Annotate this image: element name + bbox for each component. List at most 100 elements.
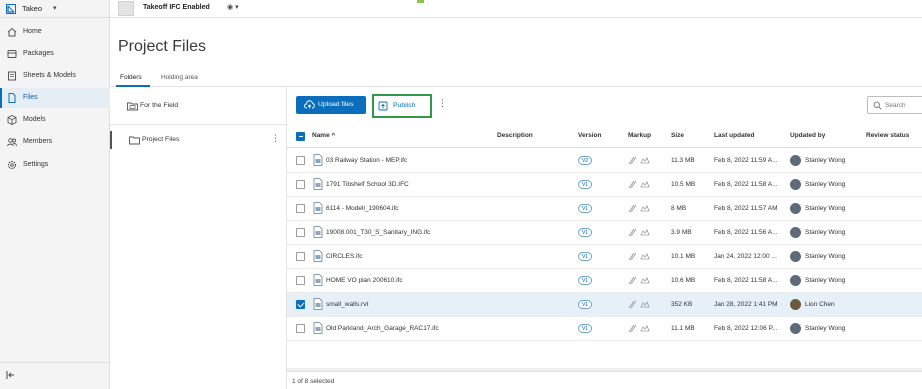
column-header-name[interactable]: Name ^ <box>312 132 335 139</box>
folder-tree: For the Field Project Files ⋮ <box>110 87 287 389</box>
last-updated: Feb 8, 2022 12:06 P... <box>714 325 778 332</box>
collapse-nav-button[interactable] <box>0 362 110 389</box>
nav-item-models[interactable]: Models <box>0 110 110 130</box>
table-row[interactable]: Old Parkland_Arch_Garage_RAC17.ifc V1 11.1… <box>287 317 922 341</box>
row-checkbox[interactable] <box>296 156 305 165</box>
file-name-link[interactable]: 03 Railway Station - MEP.ifc <box>326 157 407 164</box>
row-checkbox[interactable] <box>296 228 305 237</box>
row-checkbox[interactable] <box>296 252 305 261</box>
file-size: 10.6 MB <box>671 277 696 284</box>
avatar <box>790 299 801 310</box>
column-header-description[interactable]: Description <box>497 132 533 139</box>
row-checkbox[interactable] <box>296 180 305 189</box>
row-checkbox[interactable] <box>296 276 305 285</box>
table-row[interactable]: small_walls.rvt V1 352 KB Jan 28, 2022 1:41… <box>287 293 922 317</box>
table-row[interactable]: 1791 Tibshelf School 3D.IFC V1 10.5 MB Feb … <box>287 173 922 197</box>
markup-icons <box>628 276 650 285</box>
version-badge[interactable]: V1 <box>578 180 592 189</box>
search-input[interactable] <box>885 100 922 111</box>
markup-icons <box>628 252 650 261</box>
version-badge[interactable]: V1 <box>578 228 592 237</box>
version-badge[interactable]: V1 <box>578 204 592 213</box>
column-header-review-status[interactable]: Review status <box>866 132 909 139</box>
file-name-link[interactable]: Old Parkland_Arch_Garage_RAC17.ifc <box>326 325 439 332</box>
nav-item-label: Members <box>23 138 53 145</box>
updated-by-name: Stanley Wong <box>805 205 846 212</box>
nav-item-settings[interactable]: Settings <box>0 155 110 175</box>
nav-item-home[interactable]: Home <box>0 22 110 42</box>
upload-files-label: Upload files <box>318 101 354 108</box>
folder-icon <box>129 136 140 145</box>
app-switcher[interactable]: Takeo ▾ <box>0 0 110 18</box>
last-updated: Feb 8, 2022 11:58 A... <box>714 277 778 284</box>
file-name-link[interactable]: 19008.001_T30_S_Sanitary_ING.ifc <box>326 229 430 236</box>
version-badge[interactable]: V1 <box>578 324 592 333</box>
more-options-icon[interactable]: ⋮ <box>271 134 280 143</box>
column-header-last-updated[interactable]: Last updated <box>714 132 754 139</box>
last-updated: Jan 24, 2022 12:00 ... <box>714 253 777 260</box>
nav-item-label: Sheets & Models <box>23 72 76 79</box>
more-actions-icon[interactable]: ⋮ <box>438 99 447 108</box>
takeoff-logo-icon <box>6 4 16 14</box>
model-file-icon <box>313 202 323 214</box>
file-name-link[interactable]: CIRCLES.ifc <box>326 253 362 260</box>
file-name-link[interactable]: 6114 - Modell_190604.ifc <box>326 205 399 212</box>
file-size: 3.9 MB <box>671 229 692 236</box>
column-header-version[interactable]: Version <box>578 132 601 139</box>
search-box[interactable] <box>867 96 922 114</box>
model-file-icon <box>313 274 323 286</box>
model-file-icon <box>313 226 323 238</box>
model-file-icon <box>313 250 323 262</box>
table-row[interactable]: 6114 - Modell_190604.ifc V1 8 MB Feb 8, 202… <box>287 197 922 221</box>
table-row[interactable]: CIRCLES.ifc V1 10.1 MB Jan 24, 2022 12:00 .… <box>287 245 922 269</box>
markup-shapes-icon <box>640 253 650 260</box>
version-badge[interactable]: V1 <box>578 252 592 261</box>
markup-icons <box>628 180 650 189</box>
upload-files-button[interactable]: Upload files <box>296 96 366 114</box>
selection-count: 1 of 8 selected <box>292 378 335 385</box>
nav-item-packages[interactable]: Packages <box>0 44 110 64</box>
file-size: 11.1 MB <box>671 325 695 332</box>
table-header: Name ^ Description Version Markup Size L… <box>287 124 922 148</box>
tree-item-for-the-field[interactable]: For the Field <box>110 97 286 115</box>
version-badge[interactable]: V2 <box>578 156 592 165</box>
column-header-markup[interactable]: Markup <box>628 132 651 139</box>
markup-pencil-icon <box>628 180 637 189</box>
avatar <box>790 155 801 166</box>
column-header-updated-by[interactable]: Updated by <box>790 132 825 139</box>
file-size: 352 KB <box>671 301 693 308</box>
nav-item-label: Home <box>23 28 42 35</box>
row-checkbox[interactable] <box>296 204 305 213</box>
row-checkbox[interactable] <box>296 300 305 309</box>
table-row[interactable]: 19008.001_T30_S_Sanitary_ING.ifc V1 3.9 MB… <box>287 221 922 245</box>
tree-item-label: For the Field <box>140 102 179 109</box>
tab-folders[interactable]: Folders <box>120 74 142 81</box>
nav-item-sheets-models[interactable]: Sheets & Models <box>0 66 110 86</box>
nav-item-members[interactable]: Members <box>0 132 110 152</box>
nav-item-files[interactable]: Files <box>0 88 110 108</box>
version-badge[interactable]: V1 <box>578 300 592 309</box>
publish-button[interactable]: Publish <box>372 94 432 118</box>
last-updated: Jan 28, 2022 1:41 PM <box>714 301 778 308</box>
row-checkbox[interactable] <box>296 324 305 333</box>
model-file-icon <box>313 322 323 334</box>
chevron-down-icon[interactable]: ▾ <box>53 4 57 12</box>
file-name-link[interactable]: 1791 Tibshelf School 3D.IFC <box>326 181 409 188</box>
project-switcher[interactable]: ◉ ▾ <box>227 3 239 11</box>
file-size: 11.3 MB <box>671 157 695 164</box>
version-badge[interactable]: V1 <box>578 276 592 285</box>
page-title: Project Files <box>118 38 207 55</box>
file-name-link[interactable]: small_walls.rvt <box>326 301 368 308</box>
markup-pencil-icon <box>628 300 637 309</box>
column-header-size[interactable]: Size <box>671 132 684 139</box>
upload-cloud-icon <box>304 100 315 109</box>
tab-holding-area[interactable]: Holding area <box>161 74 198 81</box>
table-row[interactable]: 03 Railway Station - MEP.ifc V2 11.3 MB Feb… <box>287 149 922 173</box>
file-name-link[interactable]: HOME VO plan 200610.ifc <box>326 277 403 284</box>
table-row[interactable]: HOME VO plan 200610.ifc V1 10.6 MB Feb 8, 2… <box>287 269 922 293</box>
updated-by-name: Stanley Wong <box>805 157 846 164</box>
tree-item-project-files[interactable]: Project Files ⋮ <box>110 131 286 149</box>
select-all-checkbox[interactable] <box>296 132 305 141</box>
project-name[interactable]: Takeoff IFC Enabled <box>143 4 210 11</box>
markup-pencil-icon <box>628 276 637 285</box>
